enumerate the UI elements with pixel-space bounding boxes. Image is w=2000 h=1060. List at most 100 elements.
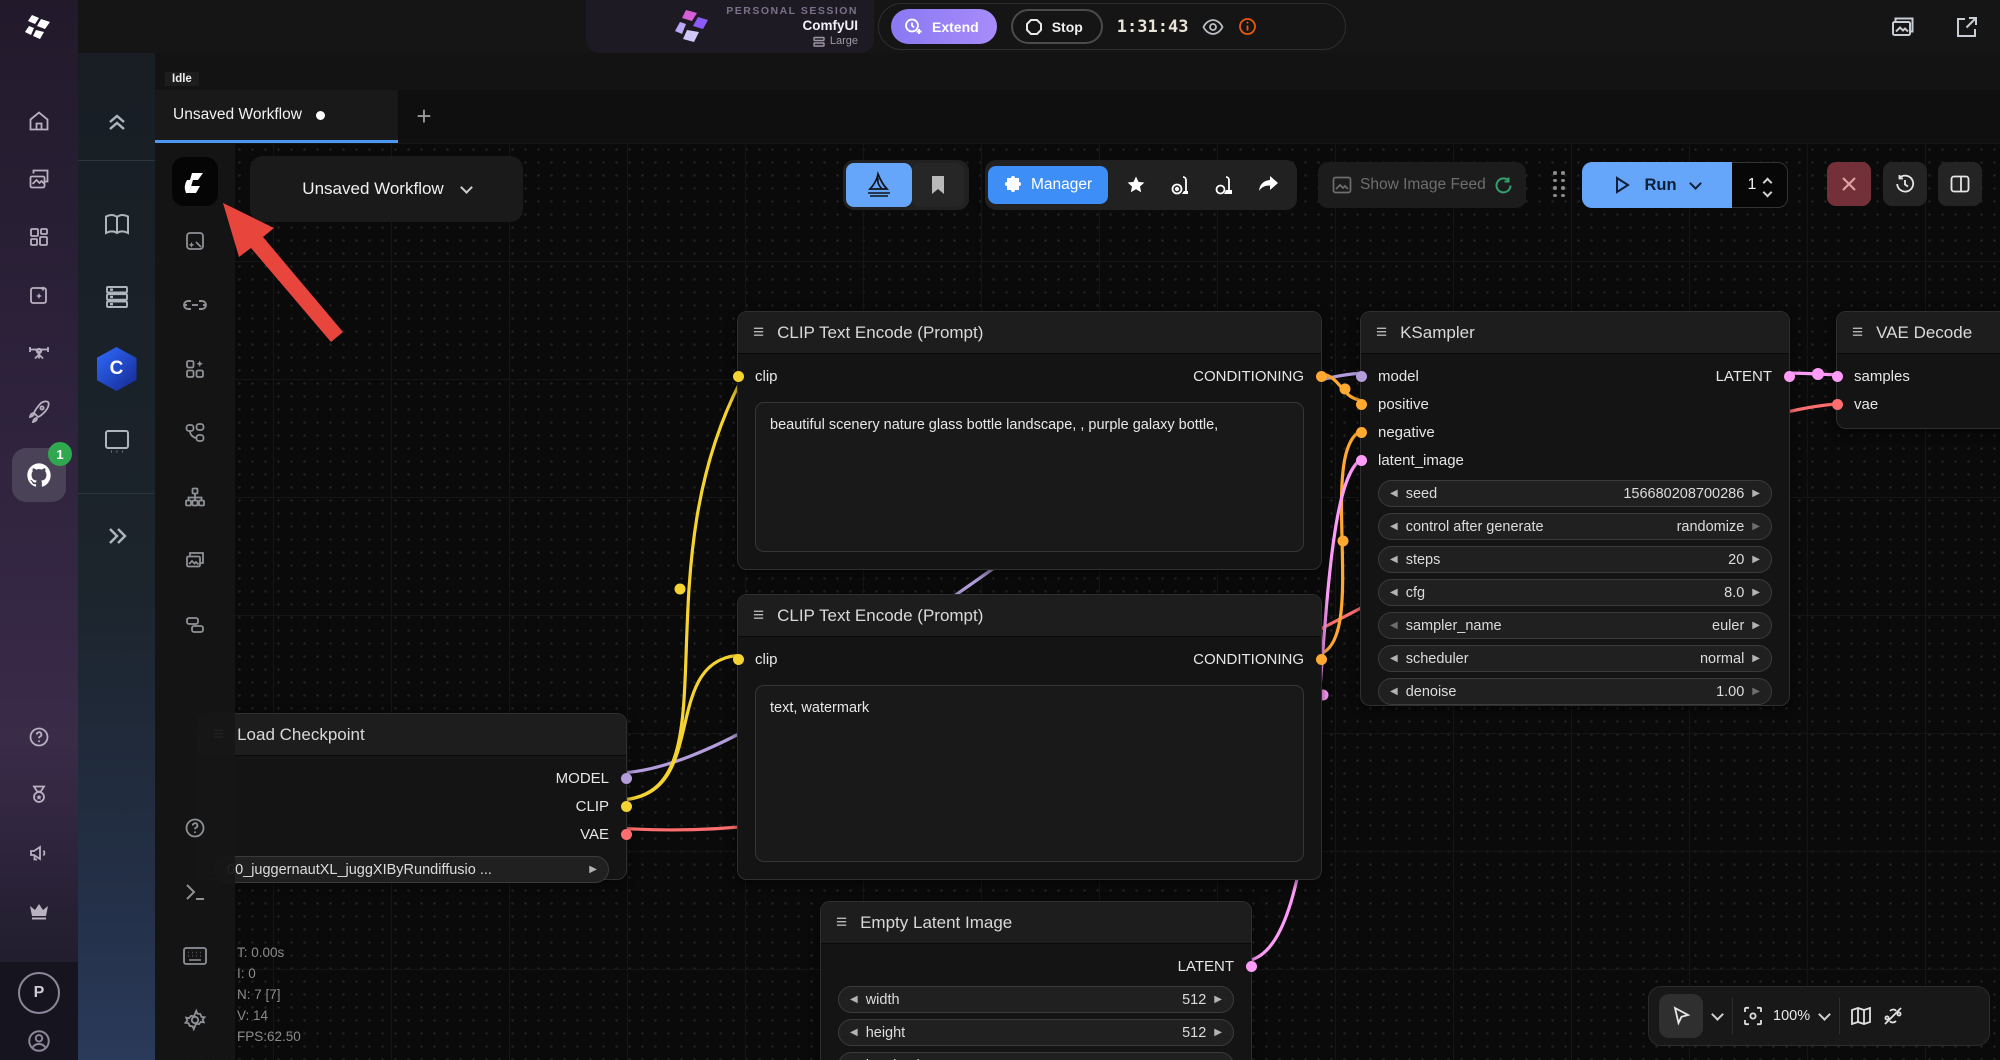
- node-menu-icon[interactable]: ≡: [1852, 323, 1863, 342]
- sidebar-item-create[interactable]: [0, 266, 78, 324]
- help-icon[interactable]: [155, 796, 235, 860]
- collapse-up-icon[interactable]: [78, 98, 155, 146]
- keyboard-icon[interactable]: [155, 924, 235, 988]
- node-empty-latent-image[interactable]: ≡ Empty Latent Image LATENT ◀ width 512 ▶ ◀ h…: [820, 901, 1257, 1060]
- bookmark-button[interactable]: [912, 163, 964, 207]
- node-menu-icon[interactable]: ≡: [753, 323, 764, 342]
- history-button[interactable]: [1883, 162, 1927, 206]
- panel-toggle-button[interactable]: [1938, 162, 1982, 206]
- terminal-icon[interactable]: [155, 860, 235, 924]
- extend-button[interactable]: Extend: [891, 9, 997, 44]
- node-menu-icon[interactable]: ≡: [753, 606, 764, 625]
- eye-icon[interactable]: [1202, 18, 1224, 35]
- prompt-textarea[interactable]: beautiful scenery nature glass bottle la…: [755, 402, 1304, 552]
- templates-icon[interactable]: [155, 337, 235, 401]
- desktop-icon[interactable]: [78, 405, 155, 477]
- clean-button[interactable]: [1158, 163, 1202, 207]
- widget-scheduler[interactable]: ◀ scheduler normal ▶: [1378, 645, 1772, 672]
- node-title-bar[interactable]: ≡ VAE Decode: [1837, 312, 2000, 354]
- widget-width[interactable]: ◀ width 512 ▶: [838, 986, 1234, 1013]
- widget-height[interactable]: ◀ height 512 ▶: [838, 1019, 1234, 1046]
- sidebar-item-dashboard[interactable]: [0, 208, 78, 266]
- node-title-bar[interactable]: ≡ CLIP Text Encode (Prompt): [738, 312, 1321, 354]
- avatar[interactable]: P: [18, 972, 60, 1014]
- negative-input-dot[interactable]: [1355, 426, 1367, 438]
- app-logo[interactable]: [0, 0, 78, 54]
- run-options-chevron[interactable]: [1688, 176, 1702, 190]
- gallery-icon[interactable]: [1890, 14, 1918, 40]
- clip-input-dot[interactable]: [732, 370, 744, 382]
- clip-input-dot[interactable]: [732, 653, 744, 665]
- graph-canvas[interactable]: Unsaved Workflow Manager Show Image Feed…: [155, 143, 2000, 1060]
- servers-icon[interactable]: [78, 261, 155, 333]
- vae-output-dot[interactable]: [620, 828, 632, 840]
- settings-icon[interactable]: [155, 988, 235, 1052]
- comfyui-hex-logo[interactable]: C: [78, 333, 155, 405]
- fit-view-button[interactable]: [1743, 1006, 1763, 1026]
- node-ksampler[interactable]: ≡ KSampler model LATENT positive negative…: [1355, 311, 1795, 706]
- vae-input-dot[interactable]: [1831, 398, 1843, 410]
- tree-icon[interactable]: [155, 465, 235, 529]
- deep-clean-button[interactable]: [1202, 163, 1246, 207]
- widget-cfg[interactable]: ◀ cfg 8.0 ▶: [1378, 579, 1772, 606]
- nodes-icon[interactable]: [155, 401, 235, 465]
- share-button[interactable]: [1246, 163, 1290, 207]
- manager-button[interactable]: Manager: [988, 166, 1109, 204]
- conditioning-output-dot[interactable]: [1315, 370, 1327, 382]
- external-link-icon[interactable]: [1954, 14, 1980, 40]
- layout-icon[interactable]: [155, 593, 235, 657]
- pointer-tool-button[interactable]: [1659, 994, 1703, 1038]
- widget-batch-size[interactable]: ◀batch_size1▶: [838, 1052, 1234, 1060]
- node-vae-decode[interactable]: ≡ VAE Decode samples vae: [1831, 311, 2000, 429]
- model-input-dot[interactable]: [1355, 370, 1367, 382]
- widget-seed[interactable]: ◀ seed 156680208700286 ▶: [1378, 480, 1772, 507]
- node-menu-icon[interactable]: ≡: [836, 913, 847, 932]
- info-icon[interactable]: [1238, 17, 1257, 36]
- node-menu-icon[interactable]: ≡: [1376, 323, 1387, 342]
- zoom-level[interactable]: 100%: [1773, 1008, 1810, 1024]
- stop-button[interactable]: Stop: [1010, 9, 1103, 44]
- show-image-feed-toggle[interactable]: Show Image Feed: [1318, 162, 1526, 208]
- node-load-checkpoint[interactable]: ≡Load Checkpoint MODEL CLIP VAE 00_jugge…: [197, 713, 632, 883]
- drag-handle[interactable]: [1553, 171, 1565, 197]
- sidebar-item-premium[interactable]: [0, 882, 78, 940]
- link-icon[interactable]: [155, 273, 235, 337]
- latent-image-input-dot[interactable]: [1355, 454, 1367, 466]
- node-title-bar[interactable]: ≡ CLIP Text Encode (Prompt): [738, 595, 1321, 637]
- sidebar-item-gallery[interactable]: [0, 150, 78, 208]
- sidebar-item-home[interactable]: [0, 92, 78, 150]
- clear-queue-button[interactable]: [1827, 162, 1871, 206]
- workflow-dropdown[interactable]: Unsaved Workflow: [250, 156, 523, 222]
- expand-right-icon[interactable]: [78, 512, 155, 560]
- widget-sampler-name[interactable]: ◀ sampler_name euler ▶: [1378, 612, 1772, 639]
- tool-chevron-icon[interactable]: [1711, 1007, 1724, 1021]
- latent-output-dot[interactable]: [1245, 960, 1257, 972]
- samples-input-dot[interactable]: [1831, 370, 1843, 382]
- positive-input-dot[interactable]: [1355, 398, 1367, 410]
- tab-unsaved-workflow[interactable]: Unsaved Workflow: [155, 90, 398, 143]
- sidebar-item-github[interactable]: 1: [0, 440, 78, 510]
- sidebar-item-launch[interactable]: [0, 382, 78, 440]
- run-button[interactable]: Run: [1582, 162, 1732, 208]
- latent-output-dot[interactable]: [1783, 370, 1795, 382]
- widget-ckpt-name[interactable]: 00_juggernautXL_juggXIByRundiffusio ... ▶: [215, 856, 609, 883]
- sidebar-item-announcements[interactable]: [0, 824, 78, 882]
- node-title-bar[interactable]: ≡Load Checkpoint: [198, 714, 626, 756]
- batch-count-stepper[interactable]: 1: [1732, 162, 1788, 208]
- workflow-logo-button[interactable]: [172, 160, 218, 206]
- clip-output-dot[interactable]: [620, 800, 632, 812]
- minimap-button[interactable]: [1850, 1006, 1872, 1026]
- canvas-mode-button[interactable]: [846, 163, 912, 207]
- new-tab-button[interactable]: +: [398, 90, 450, 143]
- prompt-textarea[interactable]: text, watermark: [755, 685, 1304, 862]
- sidebar-item-training[interactable]: [0, 324, 78, 382]
- node-clip-text-encode-2[interactable]: ≡ CLIP Text Encode (Prompt) clip CONDITIO…: [732, 594, 1327, 880]
- account-icon[interactable]: [26, 1028, 52, 1054]
- conditioning-output-dot[interactable]: [1315, 653, 1327, 665]
- node-title-bar[interactable]: ≡ KSampler: [1361, 312, 1789, 354]
- docs-book-icon[interactable]: [78, 189, 155, 261]
- star-button[interactable]: [1114, 163, 1158, 207]
- widget-control-after-generate[interactable]: ◀ control after generate randomize ▶: [1378, 513, 1772, 540]
- node-clip-text-encode-1[interactable]: ≡ CLIP Text Encode (Prompt) clip CONDITIO…: [732, 311, 1327, 570]
- widget-denoise[interactable]: ◀ denoise 1.00 ▶: [1378, 678, 1772, 705]
